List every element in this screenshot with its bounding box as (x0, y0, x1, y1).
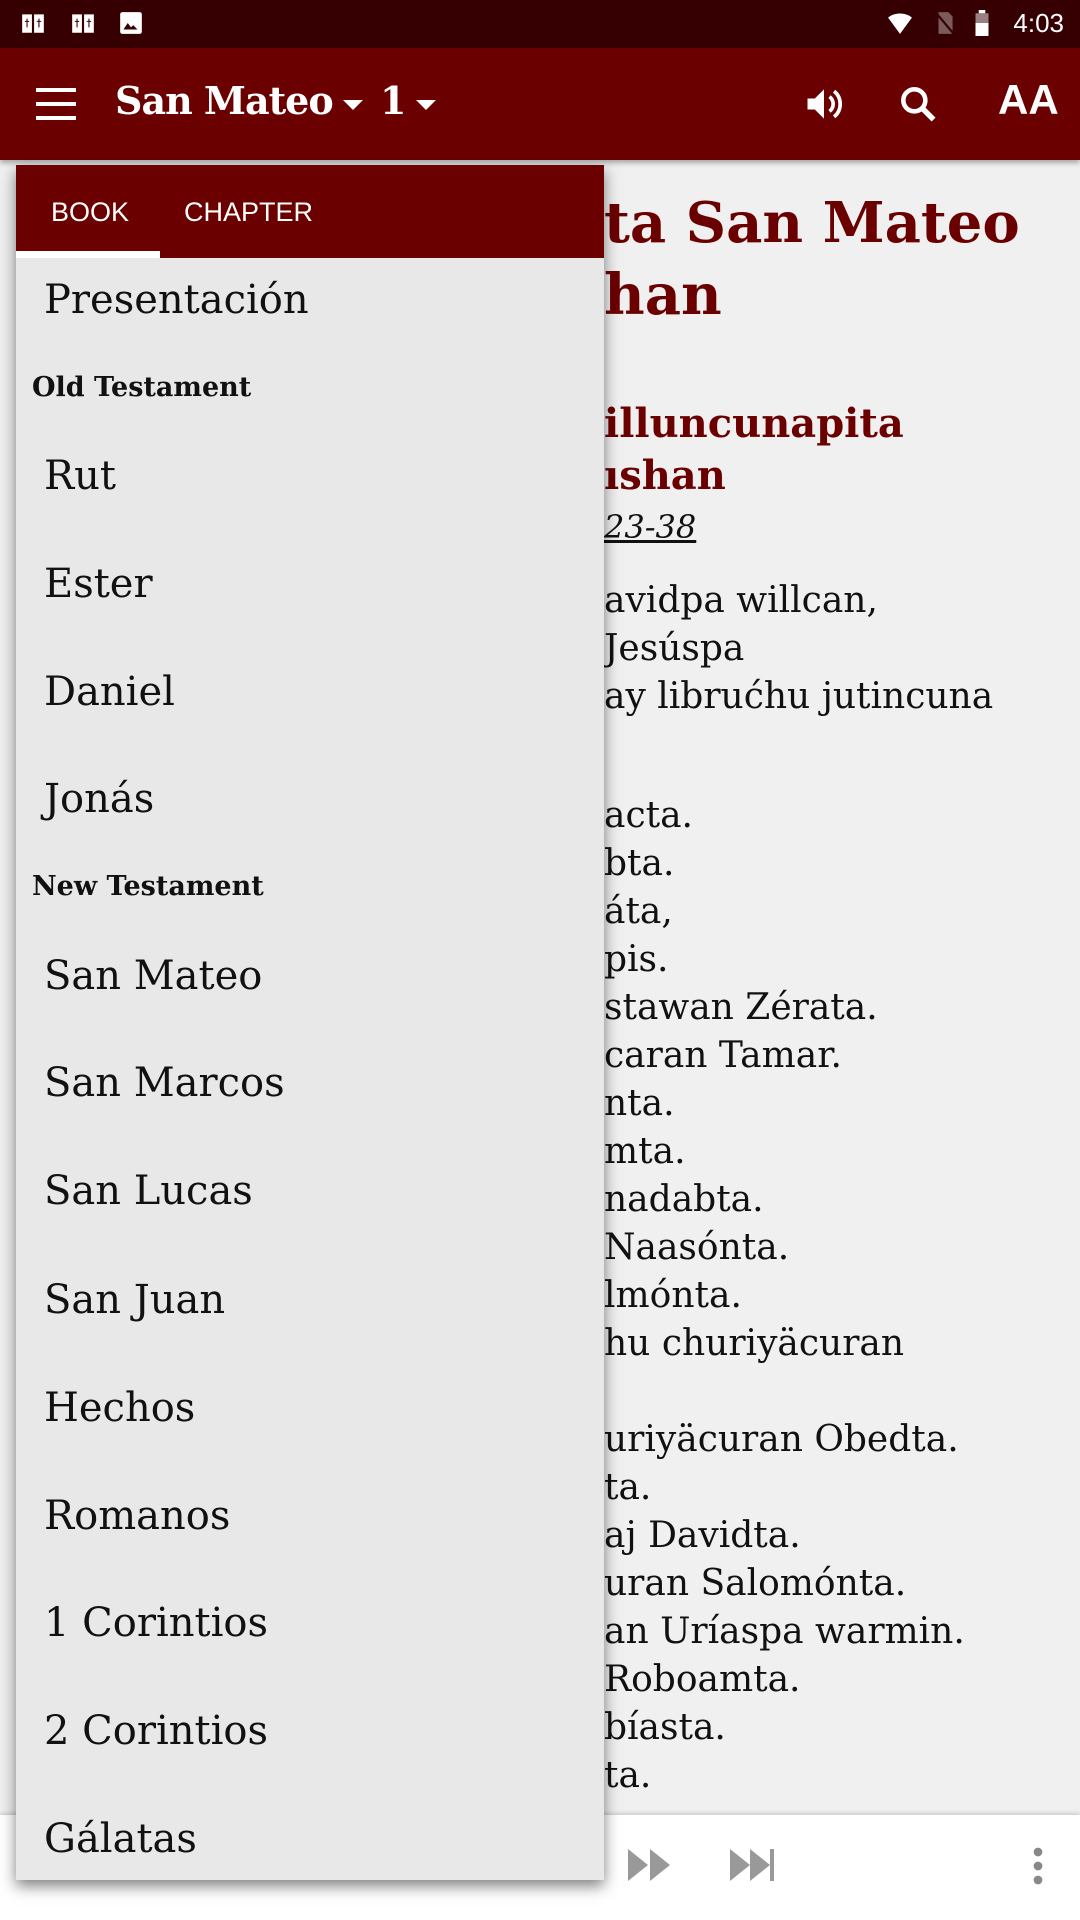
book-item[interactable]: Rut (44, 453, 116, 499)
section-heading: illuncunapita (604, 400, 904, 447)
verse-line: ay librućhu jutincuna (604, 676, 994, 717)
section-header: Old Testament (32, 372, 252, 403)
cross-reference-link[interactable]: 23-38 (604, 508, 696, 546)
battery-icon (975, 10, 989, 36)
verse-line: bíasta. (604, 1707, 726, 1748)
chapter-content: ta San Mateo han illuncunapita ıshan 23-… (604, 160, 1080, 1815)
text-size-icon[interactable]: AA (998, 76, 1059, 123)
verse-line: stawan Zérata. (604, 987, 878, 1028)
verse-line: mta. (604, 1131, 686, 1172)
book-item[interactable]: 2 Corintios (44, 1708, 268, 1754)
verse-line: uran Salomónta. (604, 1563, 907, 1604)
verse-line: an Uríaspa warmin. (604, 1611, 965, 1652)
book-name: San Mateo (115, 78, 334, 123)
section-header: New Testament (32, 871, 264, 902)
book-item[interactable]: Presentación (44, 277, 309, 323)
selected-tab-indicator (16, 251, 160, 258)
dropdown-caret-icon (416, 99, 437, 110)
chapter-selector[interactable]: 1 (380, 78, 437, 123)
speaker-icon[interactable] (802, 82, 846, 126)
book-item[interactable]: 1 Corintios (44, 1600, 268, 1646)
tab-chapter[interactable]: CHAPTER (184, 197, 313, 228)
bible-icon (22, 14, 44, 33)
book-item[interactable]: Ester (44, 561, 153, 607)
menu-icon[interactable] (36, 88, 76, 120)
clock: 4:03 (1013, 8, 1064, 38)
verse-line: ta. (604, 1755, 652, 1796)
verse-line: pis. (604, 939, 669, 980)
verse-line: ta. (604, 1467, 652, 1508)
book-item[interactable]: San Mateo (44, 953, 262, 999)
verse-line: nta. (604, 1083, 675, 1124)
verse-line: uriyäcuran Obedta. (604, 1419, 959, 1460)
book-chapter-dropdown: BOOK CHAPTER Presentación Old Testament Ru… (16, 165, 604, 1880)
verse-line: hu churiyäcuran (604, 1323, 905, 1364)
verse-line: acta. (604, 795, 693, 836)
app-bar: San Mateo 1 AA (0, 48, 1080, 160)
more-vert-icon[interactable] (1026, 1845, 1050, 1887)
skip-next-icon[interactable] (728, 1845, 776, 1885)
verse-line: Jesúspa (604, 628, 745, 669)
verse-line: avidpa willcan, (604, 580, 878, 621)
verse-line: aj Davidta. (604, 1515, 801, 1556)
image-icon (120, 12, 142, 34)
verse-line: bta. (604, 843, 675, 884)
chapter-number: 1 (380, 78, 407, 123)
tab-book[interactable]: BOOK (51, 197, 129, 228)
verse-line: Naasónta. (604, 1227, 790, 1268)
book-item[interactable]: San Marcos (44, 1060, 285, 1106)
wifi-icon (888, 13, 912, 34)
book-item[interactable]: Romanos (44, 1493, 230, 1539)
book-item[interactable]: Gálatas (44, 1816, 197, 1862)
book-item[interactable]: San Juan (44, 1277, 225, 1323)
verse-line: nadabta. (604, 1179, 764, 1220)
tab-bar: BOOK CHAPTER (16, 165, 604, 258)
bible-icon (72, 14, 94, 33)
title-line: ta San Mateo (604, 190, 1020, 256)
dropdown-caret-icon (342, 99, 363, 110)
section-heading: ıshan (604, 452, 726, 499)
verse-line: caran Tamar. (604, 1035, 842, 1076)
book-item[interactable]: San Lucas (44, 1168, 253, 1214)
book-selector[interactable]: San Mateo (115, 78, 363, 123)
search-icon[interactable] (896, 82, 940, 126)
verse-line: lmónta. (604, 1275, 742, 1316)
title-line: han (604, 262, 722, 328)
book-item[interactable]: Hechos (44, 1385, 195, 1431)
no-sim-icon (935, 12, 955, 35)
fast-forward-icon[interactable] (626, 1845, 674, 1885)
status-bar: 4:03 (0, 0, 1080, 48)
verse-line: áta, (604, 891, 673, 932)
book-item[interactable]: Daniel (44, 669, 175, 715)
verse-line: Roboamta. (604, 1659, 801, 1700)
book-item[interactable]: Jonás (44, 776, 154, 822)
